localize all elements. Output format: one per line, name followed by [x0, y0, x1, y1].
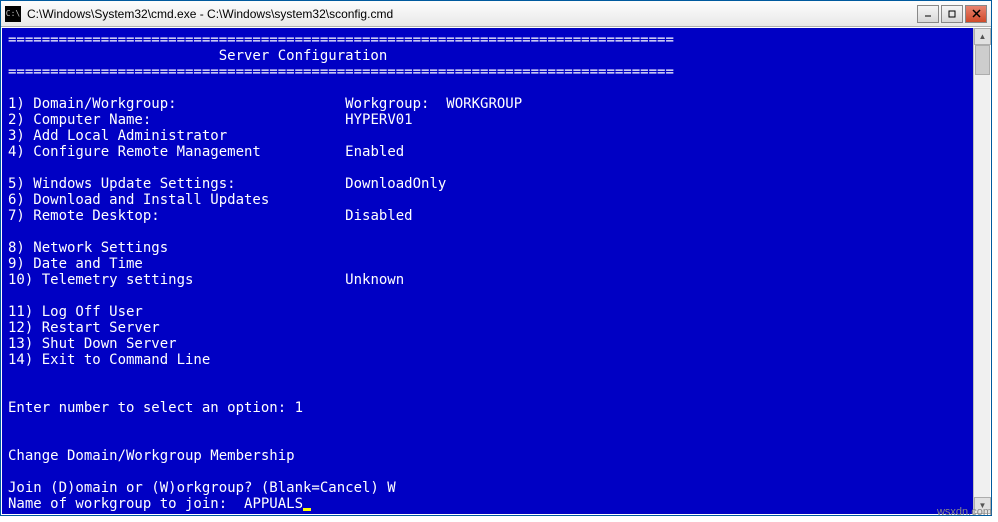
- option-13-label: 13) Shut Down Server: [8, 336, 177, 352]
- option-9-label: 9) Date and Time: [8, 256, 143, 272]
- option-4-value: Enabled: [345, 144, 404, 160]
- change-header: Change Domain/Workgroup Membership: [8, 448, 295, 464]
- workgroup-input: APPUALS: [244, 496, 303, 512]
- header-title: Server Configuration: [219, 48, 388, 64]
- option-6-label: 6) Download and Install Updates: [8, 192, 269, 208]
- option-7-label: 7) Remote Desktop:: [8, 208, 160, 224]
- option-10-value: Unknown: [345, 272, 404, 288]
- cmd-icon: C:\: [5, 6, 21, 22]
- cursor: [303, 508, 311, 511]
- workgroup-prompt: Name of workgroup to join:: [8, 496, 244, 512]
- option-11-label: 11) Log Off User: [8, 304, 143, 320]
- maximize-icon: [948, 10, 956, 18]
- maximize-button[interactable]: [941, 5, 963, 23]
- watermark: wsxdn.com: [937, 506, 992, 518]
- join-prompt: Join (D)omain or (W)orkgroup? (Blank=Can…: [8, 480, 387, 496]
- close-button[interactable]: [965, 5, 987, 23]
- option-14-label: 14) Exit to Command Line: [8, 352, 210, 368]
- header-indent: [8, 48, 219, 64]
- scroll-up-button[interactable]: ▲: [974, 28, 991, 45]
- option-1-label: 1) Domain/Workgroup:: [8, 96, 177, 112]
- option-2-label: 2) Computer Name:: [8, 112, 151, 128]
- minimize-button[interactable]: [917, 5, 939, 23]
- console-area: ========================================…: [2, 28, 990, 514]
- minimize-icon: [924, 10, 932, 18]
- option-1-value: Workgroup: WORKGROUP: [345, 96, 522, 112]
- scroll-thumb[interactable]: [975, 45, 990, 75]
- option-5-value: DownloadOnly: [345, 176, 446, 192]
- join-input: W: [387, 480, 395, 496]
- option-8-label: 8) Network Settings: [8, 240, 168, 256]
- cmd-window: C:\ C:\Windows\System32\cmd.exe - C:\Win…: [0, 0, 992, 516]
- close-icon: [972, 9, 981, 18]
- option-12-label: 12) Restart Server: [8, 320, 160, 336]
- option-10-label: 10) Telemetry settings: [8, 272, 193, 288]
- window-controls: [917, 5, 987, 23]
- option-4-label: 4) Configure Remote Management: [8, 144, 261, 160]
- select-prompt: Enter number to select an option:: [8, 400, 295, 416]
- option-3-label: 3) Add Local Administrator: [8, 128, 227, 144]
- option-2-value: HYPERV01: [345, 112, 412, 128]
- console-output[interactable]: ========================================…: [2, 28, 973, 514]
- header-rule-bottom: ========================================…: [8, 64, 674, 80]
- select-input: 1: [295, 400, 303, 416]
- option-7-value: Disabled: [345, 208, 412, 224]
- titlebar[interactable]: C:\ C:\Windows\System32\cmd.exe - C:\Win…: [1, 1, 991, 27]
- vertical-scrollbar[interactable]: ▲ ▼: [973, 28, 990, 514]
- option-5-label: 5) Windows Update Settings:: [8, 176, 236, 192]
- header-rule-top: ========================================…: [8, 32, 674, 48]
- window-title: C:\Windows\System32\cmd.exe - C:\Windows…: [27, 7, 917, 21]
